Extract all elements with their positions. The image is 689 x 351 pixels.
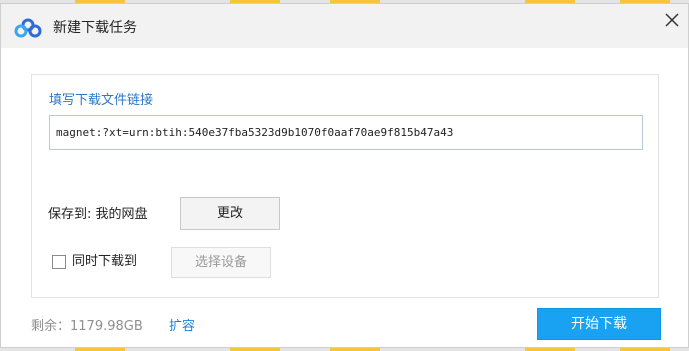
link-label: 填写下载文件链接	[49, 93, 154, 108]
dialog-title: 新建下载任务	[53, 20, 137, 36]
remaining-space-text: 剩余：1179.98GB	[31, 319, 143, 334]
also-download-to-checkbox[interactable]	[52, 255, 66, 269]
start-download-button[interactable]: 开始下载	[537, 308, 661, 340]
new-download-dialog: 新建下载任务 填写下载文件链接 magnet:?xt=urn:btih:540e…	[0, 3, 689, 348]
close-icon[interactable]	[660, 8, 684, 32]
magnet-link-input[interactable]: magnet:?xt=urn:btih:540e37fba5323d9b1070…	[49, 115, 643, 150]
cloud-logo-icon	[14, 18, 42, 38]
dialog-titlebar: 新建下载任务	[1, 4, 688, 48]
save-location-label: 保存到: 我的网盘	[48, 207, 148, 222]
expand-storage-link[interactable]: 扩容	[169, 318, 195, 336]
link-panel: 填写下载文件链接 magnet:?xt=urn:btih:540e37fba53…	[31, 74, 659, 298]
select-device-button: 选择设备	[171, 247, 271, 278]
change-location-button[interactable]: 更改	[180, 197, 280, 230]
also-download-to-label[interactable]: 同时下载到	[72, 253, 137, 271]
